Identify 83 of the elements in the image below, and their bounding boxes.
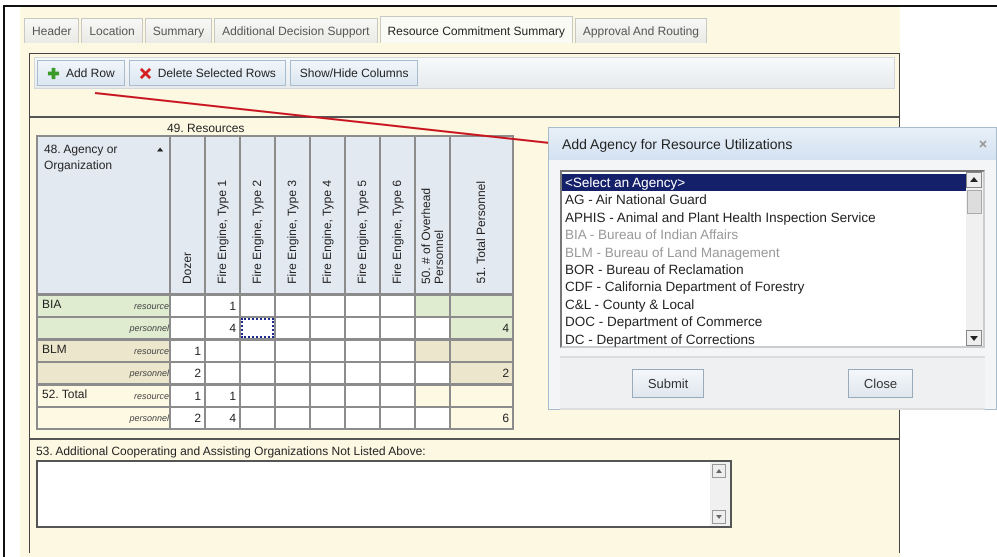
table-cell[interactable] <box>240 294 275 317</box>
table-cell[interactable]: 6 <box>450 407 513 429</box>
table-cell[interactable]: 1 <box>170 384 205 407</box>
list-option[interactable]: <Select an Agency> <box>562 174 966 192</box>
dialog-button[interactable]: Close <box>848 368 914 398</box>
table-cell[interactable] <box>205 340 240 362</box>
toolbar-button[interactable]: Delete Selected Rows <box>128 60 286 86</box>
table-cell[interactable] <box>450 294 513 317</box>
table-cell[interactable]: 2 <box>170 407 205 429</box>
scroll-thumb[interactable] <box>967 190 982 214</box>
list-option[interactable]: DOC - Department of Commerce <box>562 313 966 331</box>
table-cell[interactable] <box>170 294 205 317</box>
table-cell[interactable] <box>240 340 275 362</box>
toolbar-button[interactable]: Show/Hide Columns <box>290 60 418 86</box>
sort-ascending-icon <box>156 147 163 152</box>
table-cell[interactable]: 1 <box>205 384 240 407</box>
table-cell[interactable] <box>345 407 380 429</box>
list-option[interactable]: BOR - Bureau of Reclamation <box>562 261 966 278</box>
plus-icon <box>47 66 60 80</box>
tab[interactable]: Location <box>81 18 143 43</box>
table-cell[interactable] <box>450 340 513 362</box>
tab[interactable]: Header <box>24 18 80 43</box>
table-cell[interactable] <box>380 294 415 317</box>
column-header[interactable]: Fire Engine, Type 5 <box>345 136 380 294</box>
column-header[interactable]: 51. Total Personnel <box>450 136 513 294</box>
table-cell[interactable] <box>450 384 513 407</box>
table-cell[interactable] <box>415 294 450 317</box>
tab[interactable]: Summary <box>144 18 212 43</box>
table-cell[interactable] <box>275 407 310 429</box>
text-area[interactable] <box>36 460 732 528</box>
tab[interactable]: Approval And Routing <box>574 18 707 43</box>
column-header[interactable]: 48. Agency or Organization <box>37 136 170 294</box>
agency-cell: BIA resource <box>37 294 170 317</box>
list-option[interactable]: AG - Air National Guard <box>562 191 966 209</box>
table-cell[interactable] <box>345 340 380 362</box>
table-cell[interactable] <box>310 407 345 429</box>
table-cell[interactable] <box>275 384 310 407</box>
agency-cell: personnel <box>37 407 170 429</box>
agency-cell: BLM resource <box>37 340 170 362</box>
scrollbar[interactable] <box>966 172 983 346</box>
field-label: 53. Additional Cooperating and Assisting Organizations Not Listed Above: <box>36 444 427 458</box>
table-cell[interactable] <box>310 384 345 407</box>
table-cell[interactable]: 1 <box>170 340 205 362</box>
table-cell[interactable] <box>240 407 275 429</box>
toolbar-button[interactable]: Add Row <box>37 60 125 86</box>
table-cell[interactable] <box>345 294 380 317</box>
table-cell[interactable] <box>415 407 450 429</box>
tab[interactable]: Resource Commitment Summary <box>380 16 573 43</box>
table-cell[interactable] <box>380 407 415 429</box>
tab[interactable]: Additional Decision Support <box>214 18 378 43</box>
cross-icon <box>138 66 152 80</box>
table-cell[interactable]: 4 <box>205 407 240 429</box>
list-option[interactable]: C&L - County & Local <box>562 296 966 314</box>
table-cell[interactable] <box>275 340 310 362</box>
table-cell[interactable] <box>275 294 310 317</box>
column-title: 48. Agency or Organization <box>44 141 118 173</box>
table-cell[interactable] <box>310 340 345 362</box>
dialog-title: Add Agency for Resource Utilizations <box>562 136 792 152</box>
close-icon[interactable] <box>978 139 988 149</box>
table-cell[interactable] <box>310 294 345 317</box>
table-cell[interactable] <box>345 384 380 407</box>
scroll-up-icon[interactable] <box>966 172 982 188</box>
agency-list[interactable] <box>560 170 985 348</box>
agency-cell: 52. Total resource <box>37 384 170 407</box>
list-option[interactable]: CDF - California Department of Forestry <box>562 278 966 296</box>
scroll-down-icon[interactable] <box>966 330 982 346</box>
column-header[interactable]: Dozer <box>170 136 205 294</box>
table-cell[interactable] <box>415 340 450 362</box>
table-cell[interactable]: 1 <box>205 294 240 317</box>
column-header[interactable]: Fire Engine, Type 1 <box>205 136 240 294</box>
table-cell[interactable] <box>240 384 275 407</box>
resources-label: 49. Resources <box>167 121 246 135</box>
column-header[interactable]: Fire Engine, Type 6 <box>380 136 415 294</box>
list-option[interactable]: DC - Department of Corrections <box>562 330 966 348</box>
table-cell[interactable] <box>380 340 415 362</box>
column-header[interactable]: Fire Engine, Type 2 <box>240 136 275 294</box>
table-cell[interactable] <box>415 384 450 407</box>
column-header[interactable]: Fire Engine, Type 3 <box>275 136 310 294</box>
column-header[interactable]: Fire Engine, Type 4 <box>310 136 345 294</box>
list-option[interactable]: APHIS - Animal and Plant Health Inspection Service <box>562 208 966 226</box>
column-header[interactable]: 50. # of Overhead Personnel <box>415 136 450 294</box>
table-cell[interactable] <box>380 384 415 407</box>
dialog-button[interactable]: Submit <box>632 368 704 398</box>
